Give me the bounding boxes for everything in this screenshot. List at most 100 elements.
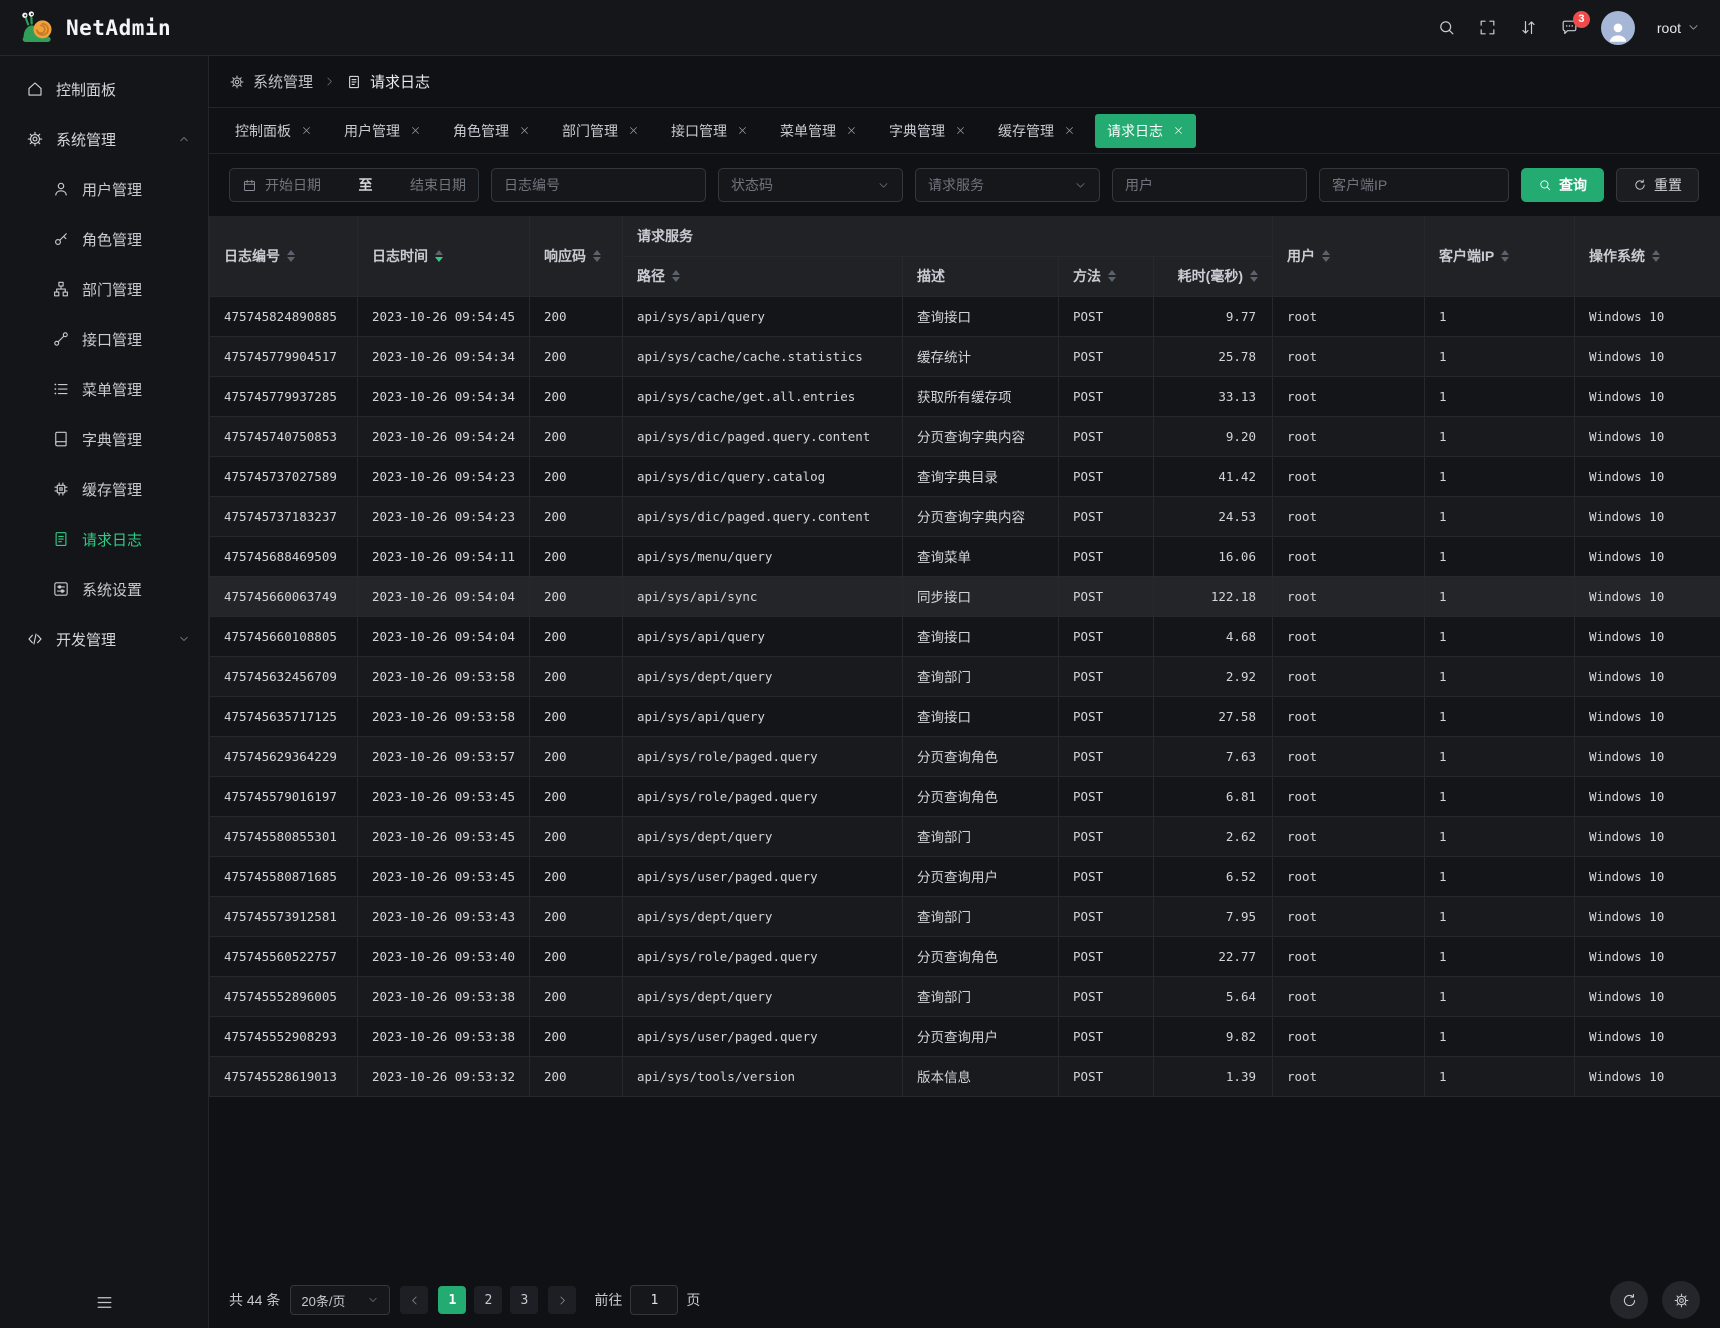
table-row[interactable]: 4757456293642292023-10-26 09:53:57200api… — [210, 736, 1720, 776]
table-row[interactable]: 4757456324567092023-10-26 09:53:58200api… — [210, 656, 1720, 696]
tab-菜单管理[interactable]: 菜单管理 — [768, 114, 869, 148]
close-icon[interactable] — [519, 125, 530, 136]
breadcrumb-request-log[interactable]: 请求日志 — [346, 71, 430, 92]
col-header-client-ip[interactable]: 客户端IP — [1425, 216, 1575, 296]
sidebar-item-开发管理[interactable]: 开发管理 — [0, 614, 208, 664]
close-icon[interactable] — [955, 125, 966, 136]
tab-接口管理[interactable]: 接口管理 — [659, 114, 760, 148]
key-icon — [52, 230, 70, 248]
tab-角色管理[interactable]: 角色管理 — [441, 114, 542, 148]
search-button[interactable]: 查询 — [1521, 168, 1604, 202]
sidebar-item-接口管理[interactable]: 接口管理 — [0, 314, 208, 364]
col-header-user[interactable]: 用户 — [1273, 216, 1425, 296]
sidebar-item-请求日志[interactable]: 请求日志 — [0, 514, 208, 564]
log-id-input[interactable] — [491, 168, 706, 202]
swap-vertical-icon[interactable] — [1519, 18, 1538, 37]
table-row[interactable]: 4757455808716852023-10-26 09:53:45200api… — [210, 856, 1720, 896]
table-row[interactable]: 4757455790161972023-10-26 09:53:45200api… — [210, 776, 1720, 816]
home-icon — [26, 80, 44, 98]
date-start-placeholder: 开始日期 — [265, 175, 321, 195]
close-icon[interactable] — [737, 125, 748, 136]
code-icon — [26, 630, 44, 648]
col-header-path[interactable]: 路径 — [623, 256, 903, 296]
table-row[interactable]: 4757457407508532023-10-26 09:54:24200api… — [210, 416, 1720, 456]
fullscreen-icon[interactable] — [1478, 18, 1497, 37]
sidebar-item-系统设置[interactable]: 系统设置 — [0, 564, 208, 614]
tab-部门管理[interactable]: 部门管理 — [550, 114, 651, 148]
close-icon[interactable] — [1064, 125, 1075, 136]
col-header-service-group: 请求服务 — [623, 216, 1273, 256]
breadcrumb-system[interactable]: 系统管理 — [229, 71, 313, 92]
close-icon[interactable] — [410, 125, 421, 136]
sidebar-item-角色管理[interactable]: 角色管理 — [0, 214, 208, 264]
sidebar-item-缓存管理[interactable]: 缓存管理 — [0, 464, 208, 514]
service-select[interactable]: 请求服务 — [915, 168, 1100, 202]
col-header-log-time[interactable]: 日志时间 — [358, 216, 530, 296]
search-icon[interactable] — [1437, 18, 1456, 37]
log-icon — [346, 74, 362, 90]
sort-icon — [1501, 250, 1509, 262]
table-row[interactable]: 4757456601088052023-10-26 09:54:04200api… — [210, 616, 1720, 656]
col-header-status[interactable]: 响应码 — [530, 216, 623, 296]
reset-button[interactable]: 重置 — [1616, 168, 1699, 202]
prev-page-button[interactable] — [400, 1286, 428, 1314]
message-icon[interactable]: 3 — [1560, 18, 1579, 37]
goto-page-input[interactable] — [630, 1285, 678, 1315]
page-button-2[interactable]: 2 — [474, 1286, 502, 1314]
close-icon[interactable] — [1173, 125, 1184, 136]
tab-控制面板[interactable]: 控制面板 — [223, 114, 324, 148]
page-button-3[interactable]: 3 — [510, 1286, 538, 1314]
table-row[interactable]: 4757455529082932023-10-26 09:53:38200api… — [210, 1016, 1720, 1056]
table-row[interactable]: 4757457371832372023-10-26 09:54:23200api… — [210, 496, 1720, 536]
tab-请求日志[interactable]: 请求日志 — [1095, 114, 1196, 148]
table-row[interactable]: 4757457799045172023-10-26 09:54:34200api… — [210, 336, 1720, 376]
col-header-log-id[interactable]: 日志编号 — [210, 216, 358, 296]
filter-bar: 开始日期 至 结束日期 状态码 请求服务 查询 — [209, 154, 1720, 216]
sidebar-item-部门管理[interactable]: 部门管理 — [0, 264, 208, 314]
avatar[interactable] — [1601, 11, 1635, 45]
user-menu[interactable]: root — [1657, 20, 1700, 36]
app-window: NetAdmin 3 root 控制面板系统管理用户管理角色管理部门管理接口管理… — [0, 0, 1720, 1328]
table-row[interactable]: 4757455286190132023-10-26 09:53:32200api… — [210, 1056, 1720, 1096]
tab-bar: 控制面板用户管理角色管理部门管理接口管理菜单管理字典管理缓存管理请求日志 — [209, 108, 1720, 154]
page-button-1[interactable]: 1 — [438, 1286, 466, 1314]
sidebar-item-系统管理[interactable]: 系统管理 — [0, 114, 208, 164]
next-page-button[interactable] — [548, 1286, 576, 1314]
org-icon — [52, 280, 70, 298]
col-header-method[interactable]: 方法 — [1059, 256, 1154, 296]
table-row[interactable]: 4757456884695092023-10-26 09:54:11200api… — [210, 536, 1720, 576]
table-row[interactable]: 4757455605227572023-10-26 09:53:40200api… — [210, 936, 1720, 976]
status-select[interactable]: 状态码 — [718, 168, 903, 202]
tab-用户管理[interactable]: 用户管理 — [332, 114, 433, 148]
col-header-desc[interactable]: 描述 — [903, 256, 1059, 296]
col-header-os[interactable]: 操作系统 — [1575, 216, 1720, 296]
user-input[interactable] — [1112, 168, 1307, 202]
client-ip-input[interactable] — [1319, 168, 1509, 202]
date-range-picker[interactable]: 开始日期 至 结束日期 — [229, 168, 479, 202]
sidebar-item-控制面板[interactable]: 控制面板 — [0, 64, 208, 114]
close-icon[interactable] — [628, 125, 639, 136]
table-row[interactable]: 4757456600637492023-10-26 09:54:04200api… — [210, 576, 1720, 616]
page-size-select[interactable]: 20条/页 — [290, 1285, 390, 1315]
close-icon[interactable] — [301, 125, 312, 136]
sidebar-footer — [0, 1276, 208, 1328]
table-row[interactable]: 4757455739125812023-10-26 09:53:43200api… — [210, 896, 1720, 936]
sidebar-item-字典管理[interactable]: 字典管理 — [0, 414, 208, 464]
app-logo[interactable]: NetAdmin — [20, 10, 171, 46]
sidebar-item-用户管理[interactable]: 用户管理 — [0, 164, 208, 214]
table-row[interactable]: 4757455808553012023-10-26 09:53:45200api… — [210, 816, 1720, 856]
close-icon[interactable] — [846, 125, 857, 136]
table-row[interactable]: 4757458248908852023-10-26 09:54:45200api… — [210, 296, 1720, 336]
sidebar-item-菜单管理[interactable]: 菜单管理 — [0, 364, 208, 414]
refresh-button[interactable] — [1610, 1281, 1648, 1319]
table-row[interactable]: 4757455528960052023-10-26 09:53:38200api… — [210, 976, 1720, 1016]
page-settings-button[interactable] — [1662, 1281, 1700, 1319]
col-header-elapsed[interactable]: 耗时(毫秒) — [1154, 256, 1273, 296]
table-row[interactable]: 4757457370275892023-10-26 09:54:23200api… — [210, 456, 1720, 496]
collapse-menu-icon[interactable] — [95, 1293, 114, 1312]
tab-缓存管理[interactable]: 缓存管理 — [986, 114, 1087, 148]
table-row[interactable]: 4757456357171252023-10-26 09:53:58200api… — [210, 696, 1720, 736]
tab-字典管理[interactable]: 字典管理 — [877, 114, 978, 148]
table-row[interactable]: 4757457799372852023-10-26 09:54:34200api… — [210, 376, 1720, 416]
floating-actions — [1610, 1281, 1700, 1319]
